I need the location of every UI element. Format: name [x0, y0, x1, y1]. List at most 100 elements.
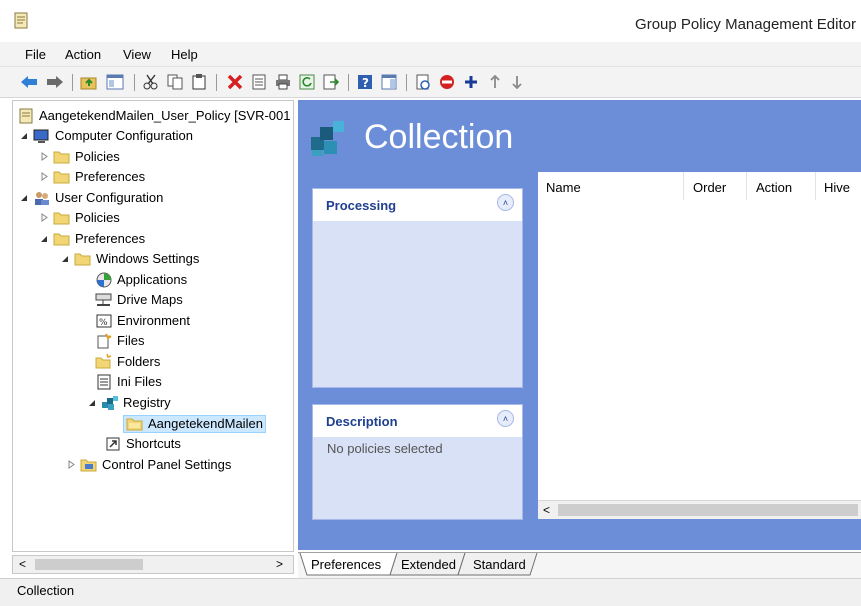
description-panel: Description ˄ No policies selected — [312, 404, 523, 520]
tree-item-user-policies[interactable]: Policies — [39, 208, 120, 227]
forward-arrow-icon[interactable] — [46, 73, 64, 91]
expanded-arrow-icon[interactable] — [60, 254, 70, 264]
console-tree: AangetekendMailen_User_Policy [SVR-001 C… — [12, 100, 294, 552]
tree-item-drive-maps[interactable]: Drive Maps — [95, 290, 183, 309]
collection-folder-icon — [126, 416, 143, 432]
collapsed-arrow-icon[interactable] — [66, 460, 76, 470]
menu-view[interactable]: View — [123, 47, 151, 62]
environment-icon: % — [95, 313, 112, 329]
toolbar: ? — [0, 67, 861, 98]
collapsed-arrow-icon[interactable] — [39, 152, 49, 162]
tab-extended[interactable]: Extended — [401, 553, 456, 575]
status-bar — [0, 578, 861, 606]
processing-panel-header: Processing ˄ — [313, 189, 522, 221]
users-icon — [33, 190, 50, 206]
computer-icon — [33, 128, 50, 144]
tab-preferences[interactable]: Preferences — [311, 553, 381, 575]
tree-item-control-panel-settings[interactable]: Control Panel Settings — [66, 455, 231, 474]
registry-collection-icon — [308, 117, 352, 161]
paste-icon[interactable] — [190, 73, 208, 91]
collapse-icon[interactable]: ˄ — [497, 410, 514, 427]
new-item-icon[interactable] — [414, 73, 432, 91]
app-icon[interactable] — [14, 12, 28, 29]
folder-icon — [53, 169, 70, 185]
tab-standard[interactable]: Standard — [473, 553, 526, 575]
status-text: Collection — [17, 583, 75, 598]
move-up-icon[interactable] — [486, 73, 504, 91]
tree-item-shortcuts[interactable]: Shortcuts — [104, 434, 181, 453]
show-action-pane-icon[interactable] — [380, 73, 398, 91]
menu-help[interactable]: Help — [171, 47, 198, 62]
scroll-thumb[interactable] — [35, 559, 143, 570]
shortcut-icon — [104, 436, 121, 452]
disable-icon[interactable] — [438, 73, 456, 91]
tree-item-computer-policies[interactable]: Policies — [39, 147, 120, 166]
up-folder-icon[interactable] — [80, 73, 98, 91]
folder-icon — [53, 149, 70, 165]
expanded-arrow-icon[interactable] — [87, 398, 97, 408]
scroll-left-button[interactable]: < — [19, 557, 26, 571]
expanded-arrow-icon[interactable] — [19, 131, 29, 141]
tree-item-aangetekendmailen[interactable]: AangetekendMailen — [123, 414, 266, 433]
collapsed-arrow-icon[interactable] — [39, 172, 49, 182]
column-header-order[interactable]: Order — [693, 180, 726, 195]
tree-item-applications[interactable]: Applications — [95, 270, 187, 289]
column-header-action[interactable]: Action — [756, 180, 792, 195]
window-title: Group Policy Management Editor — [635, 16, 856, 33]
menu-action[interactable]: Action — [65, 47, 101, 62]
page-title: Collection — [364, 118, 514, 156]
menu-file[interactable]: File — [25, 47, 46, 62]
description-panel-header: Description ˄ — [313, 405, 522, 437]
ini-file-icon — [95, 374, 112, 390]
properties-icon[interactable] — [250, 73, 268, 91]
registry-icon — [101, 395, 118, 411]
print-icon[interactable] — [274, 73, 292, 91]
processing-title: Processing — [326, 198, 397, 213]
column-header-name[interactable]: Name — [546, 180, 581, 195]
applications-icon — [95, 272, 112, 288]
tree-item-computer-preferences[interactable]: Preferences — [39, 167, 145, 186]
collapse-icon[interactable]: ˄ — [497, 194, 514, 211]
folder-icon — [53, 231, 70, 247]
tree-item-user-configuration[interactable]: User Configuration — [19, 188, 163, 207]
control-panel-icon — [80, 457, 97, 473]
tree-item-registry[interactable]: Registry — [87, 393, 171, 412]
tree-horizontal-scrollbar[interactable]: < > — [12, 555, 294, 574]
files-icon — [95, 333, 112, 349]
tree-item-computer-configuration[interactable]: Computer Configuration — [19, 126, 193, 145]
tree-item-folders[interactable]: Folders — [95, 352, 160, 371]
tree-item-ini-files[interactable]: Ini Files — [95, 372, 162, 391]
folder-icon — [53, 210, 70, 226]
help-icon[interactable]: ? — [356, 73, 374, 91]
folders-icon — [95, 354, 112, 370]
export-list-icon[interactable] — [322, 73, 340, 91]
tree-item-root[interactable]: AangetekendMailen_User_Policy [SVR-001 — [17, 106, 290, 125]
folder-icon — [74, 251, 91, 267]
scroll-thumb[interactable] — [558, 504, 858, 516]
delete-icon[interactable] — [226, 73, 244, 91]
cut-icon[interactable] — [142, 73, 160, 91]
move-down-icon[interactable] — [508, 73, 526, 91]
add-icon[interactable] — [462, 73, 480, 91]
column-header-hive[interactable]: Hive — [824, 180, 850, 195]
drive-map-icon — [95, 292, 112, 308]
tree-item-files[interactable]: Files — [95, 331, 144, 350]
expanded-arrow-icon[interactable] — [19, 193, 29, 203]
svg-text:%: % — [99, 318, 108, 328]
expanded-arrow-icon[interactable] — [39, 234, 49, 244]
view-tabs: Preferences Extended Standard — [298, 552, 861, 579]
tree-item-windows-settings[interactable]: Windows Settings — [60, 249, 199, 268]
scroll-left-button[interactable]: < — [543, 503, 550, 517]
menu-bar: File Action View Help — [0, 42, 861, 67]
back-arrow-icon[interactable] — [20, 73, 38, 91]
list-horizontal-scrollbar[interactable]: < — [538, 500, 861, 519]
scroll-right-button[interactable]: > — [276, 557, 283, 571]
refresh-icon[interactable] — [298, 73, 316, 91]
tree-item-user-preferences[interactable]: Preferences — [39, 229, 145, 248]
tree-item-environment[interactable]: % Environment — [95, 311, 190, 330]
copy-icon[interactable] — [166, 73, 184, 91]
collapsed-arrow-icon[interactable] — [39, 213, 49, 223]
description-text: No policies selected — [327, 441, 443, 456]
description-title: Description — [326, 414, 398, 429]
show-hide-tree-icon[interactable] — [106, 73, 124, 91]
